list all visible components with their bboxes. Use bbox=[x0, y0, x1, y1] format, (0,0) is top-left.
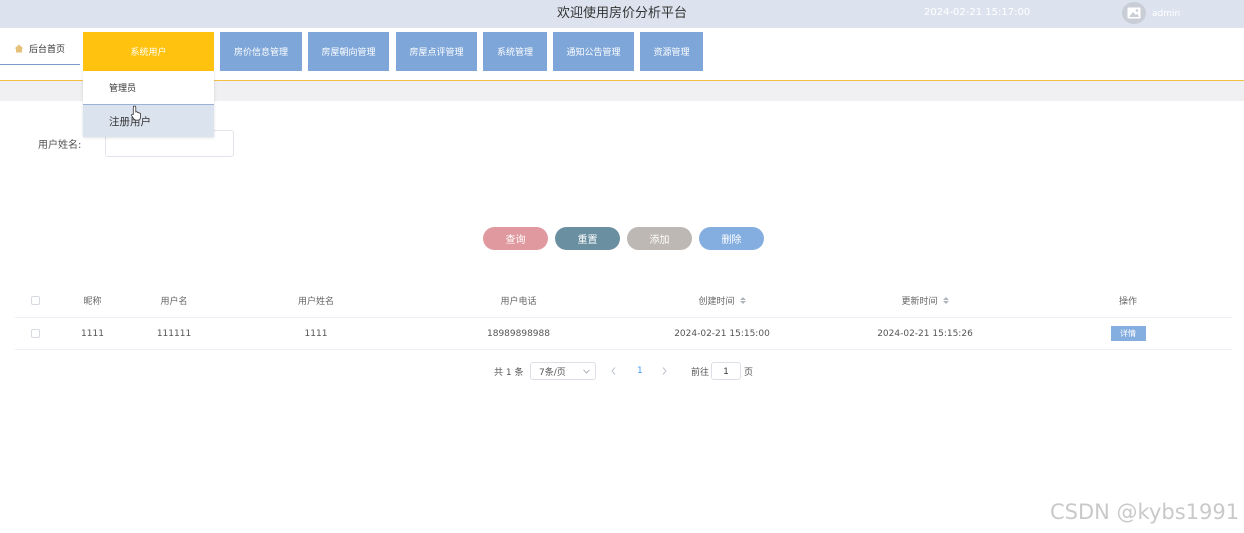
chevron-right-icon bbox=[662, 367, 667, 375]
row-select-cell bbox=[23, 318, 47, 349]
nav-item-house-orientation[interactable]: 房屋朝向管理 bbox=[308, 32, 389, 71]
add-button[interactable]: 添加 bbox=[627, 227, 692, 250]
page-size-value: 7条/页 bbox=[539, 367, 566, 378]
nav-item-label: 系统管理 bbox=[496, 48, 533, 58]
sort-icon[interactable] bbox=[942, 296, 949, 304]
header-actions: 操作 bbox=[1118, 296, 1137, 307]
pagination-total: 共 1 条 bbox=[494, 367, 524, 378]
watermark: CSDN @kybs1991 bbox=[1050, 500, 1240, 524]
cell-phone: 18989898988 bbox=[487, 328, 550, 339]
cell-created: 2024-02-21 15:15:00 bbox=[674, 328, 770, 339]
cell-actions: 详情 bbox=[1029, 318, 1227, 349]
header-username: 用户名 bbox=[160, 296, 188, 307]
nav-item-label: 通知公告管理 bbox=[566, 48, 621, 58]
chevron-down-icon bbox=[583, 368, 590, 374]
table-row: 1111 111111 1111 18989898988 2024-02-21 … bbox=[15, 318, 1232, 350]
header-phone: 用户电话 bbox=[500, 296, 537, 307]
search-label: 用户姓名: bbox=[38, 140, 82, 151]
query-button[interactable]: 查询 bbox=[483, 227, 548, 250]
header-updated[interactable]: 更新时间 bbox=[821, 283, 1029, 317]
goto-label: 前往 bbox=[691, 367, 710, 378]
nav-item-system-management[interactable]: 系统管理 bbox=[483, 32, 547, 71]
dropdown-item-admin[interactable]: 管理员 bbox=[83, 71, 214, 104]
username-label[interactable]: admin bbox=[1152, 0, 1180, 28]
next-page-button[interactable] bbox=[662, 362, 667, 380]
nav-item-label: 资源管理 bbox=[653, 48, 690, 58]
nav-item-house-review[interactable]: 房屋点评管理 bbox=[396, 32, 477, 71]
nav-home[interactable]: 后台首页 bbox=[0, 32, 80, 65]
cell-realname: 1111 bbox=[304, 328, 328, 339]
sort-icon[interactable] bbox=[739, 296, 746, 304]
image-placeholder-icon bbox=[1127, 7, 1141, 19]
page-title: 欢迎使用房价分析平台 bbox=[556, 6, 687, 21]
header-nickname: 昵称 bbox=[83, 296, 102, 307]
nav-item-label: 房屋朝向管理 bbox=[321, 48, 376, 58]
select-all-cell bbox=[23, 283, 47, 317]
row-checkbox[interactable] bbox=[30, 329, 40, 338]
table-header: 昵称 用户名 用户姓名 用户电话 创建时间 更新时间 操作 bbox=[15, 283, 1232, 318]
cell-nickname: 1111 bbox=[81, 328, 104, 339]
hand-cursor-icon bbox=[131, 105, 141, 121]
cell-updated: 2024-02-21 15:15:26 bbox=[877, 328, 973, 339]
select-all-checkbox[interactable] bbox=[30, 295, 40, 305]
nav-item-label: 房屋点评管理 bbox=[409, 48, 464, 58]
nav-item-system-users[interactable]: 系统用户 bbox=[83, 32, 214, 71]
nav-home-label: 后台首页 bbox=[29, 44, 66, 55]
nav-item-label: 房价信息管理 bbox=[233, 48, 288, 58]
reset-button[interactable]: 重置 bbox=[555, 227, 620, 250]
goto-page-input[interactable] bbox=[711, 362, 741, 380]
header-updated-label: 更新时间 bbox=[901, 296, 938, 307]
top-header: 欢迎使用房价分析平台 2024-02-21 15:17:00 admin bbox=[0, 0, 1244, 28]
page-size-select[interactable]: 7条/页 bbox=[530, 362, 596, 380]
header-datetime: 2024-02-21 15:17:00 bbox=[924, 7, 1031, 18]
avatar[interactable] bbox=[1122, 2, 1146, 24]
page-suffix-label: 页 bbox=[744, 367, 754, 378]
nav-item-label: 系统用户 bbox=[130, 48, 167, 58]
header-realname: 用户姓名 bbox=[297, 296, 334, 307]
delete-button[interactable]: 删除 bbox=[699, 227, 764, 250]
header-created-label: 创建时间 bbox=[698, 296, 735, 307]
chevron-left-icon bbox=[611, 367, 616, 375]
prev-page-button[interactable] bbox=[611, 362, 616, 380]
system-users-dropdown: 管理员 注册用户 bbox=[83, 71, 214, 137]
header-created[interactable]: 创建时间 bbox=[623, 283, 821, 317]
dropdown-item-registered-users[interactable]: 注册用户 bbox=[83, 104, 214, 137]
nav-item-house-price[interactable]: 房价信息管理 bbox=[220, 32, 302, 71]
home-icon bbox=[14, 44, 24, 53]
page-number-current[interactable]: 1 bbox=[637, 362, 643, 380]
cell-username: 111111 bbox=[156, 328, 192, 339]
nav-item-notices[interactable]: 通知公告管理 bbox=[553, 32, 634, 71]
nav-item-resources[interactable]: 资源管理 bbox=[640, 32, 703, 71]
detail-button[interactable]: 详情 bbox=[1110, 326, 1146, 341]
